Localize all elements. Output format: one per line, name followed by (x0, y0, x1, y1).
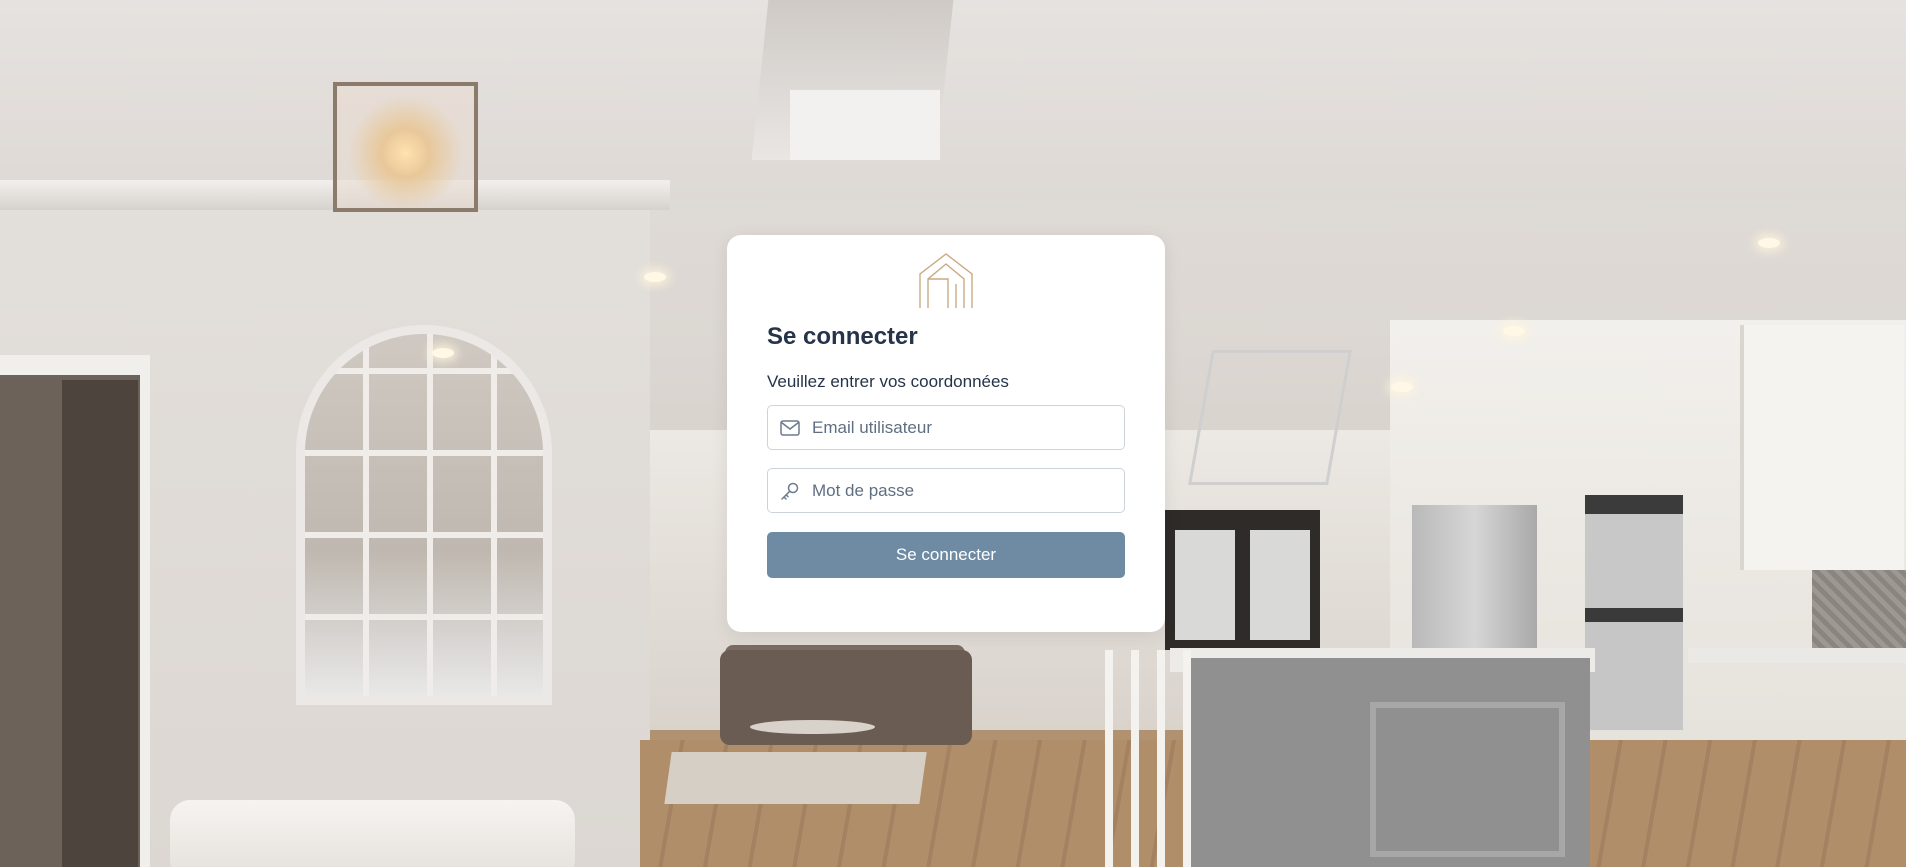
recessed-light (1758, 238, 1780, 248)
bar-stools (1105, 650, 1195, 867)
french-doors (1165, 510, 1320, 650)
login-instructions: Veuillez entrer vos coordonnées (767, 372, 1009, 391)
house-outline-logo (919, 253, 973, 308)
skylight-opening (790, 90, 940, 160)
email-field[interactable] (767, 405, 1125, 450)
glass-cabinet (1740, 325, 1904, 570)
arched-mirror (296, 325, 552, 705)
login-button[interactable]: Se connecter (767, 532, 1125, 578)
pendant-chandelier (1188, 350, 1352, 485)
backsplash (1812, 570, 1906, 655)
ceiling (0, 0, 1906, 200)
counter (1688, 648, 1906, 663)
recessed-light (644, 272, 666, 282)
page-title: Se connecter (767, 323, 918, 350)
key-icon (768, 469, 812, 512)
tufted-bench (170, 800, 575, 867)
recessed-light (1391, 382, 1413, 392)
wall-ovens (1585, 495, 1683, 730)
refrigerator (1412, 505, 1537, 655)
ceiling-lantern (333, 82, 478, 212)
password-field[interactable] (767, 468, 1125, 513)
island-panel (1370, 702, 1565, 857)
password-input[interactable] (812, 470, 1124, 511)
recessed-light (1503, 326, 1525, 336)
rug (664, 752, 927, 804)
coffee-table (750, 720, 875, 734)
doorway-door (62, 380, 138, 867)
recessed-light (432, 348, 454, 358)
login-card: Se connecter Veuillez entrer vos coordon… (727, 235, 1165, 632)
email-input[interactable] (812, 407, 1124, 448)
envelope-icon (768, 406, 812, 449)
